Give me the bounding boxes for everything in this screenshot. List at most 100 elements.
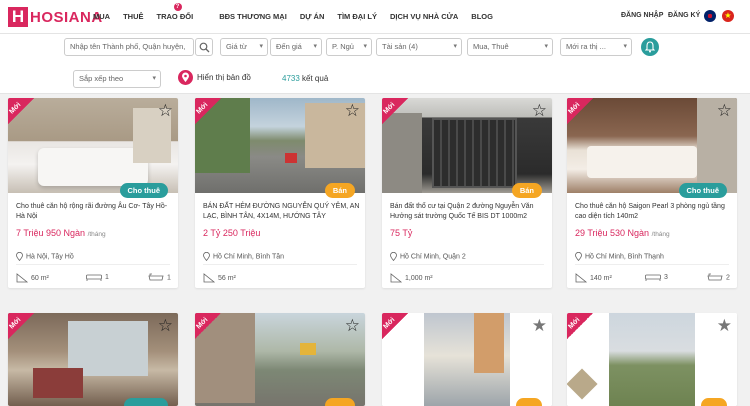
new-ribbon: Mới [8, 313, 34, 339]
favorite-star-icon[interactable]: ☆ [158, 102, 173, 119]
map-pin-icon [182, 72, 189, 82]
nav-item-mua[interactable]: MUA [93, 12, 110, 21]
listing-bathrooms: 1 [148, 273, 171, 282]
listing-type-tag [325, 398, 355, 406]
price-from-select[interactable]: Giá từ ▾ [220, 38, 268, 56]
chevron-down-icon: ▾ [544, 43, 548, 50]
price-value: 2 Tỷ 250 Triệu [203, 228, 261, 238]
listing-area: 1,000 m² [390, 273, 433, 283]
listing-card[interactable]: Mới ☆ [8, 313, 178, 406]
listing-area: 60 m² [16, 273, 49, 283]
favorite-star-icon[interactable]: ☆ [717, 102, 732, 119]
location-pin-icon [203, 252, 210, 261]
map-toggle-button[interactable] [178, 70, 193, 85]
listing-bedrooms: 1 [86, 273, 109, 281]
listing-card[interactable]: Mới ★ [567, 313, 737, 406]
favorite-star-icon[interactable]: ☆ [345, 102, 360, 119]
area-value: 60 m² [31, 274, 49, 282]
location-text: Hồ Chí Minh, Bình Thạnh [585, 253, 664, 261]
new-ribbon: Mới [567, 98, 593, 124]
sort-select[interactable]: Sắp xếp theo ▾ [73, 70, 161, 88]
listing-title[interactable]: Bán đất thổ cư tại Quận 2 đường Nguyễn V… [390, 202, 548, 222]
listing-type-tag [516, 398, 542, 406]
price-to-label: Đến giá [276, 42, 302, 51]
nav-item-dich-vu-nha-cua[interactable]: DỊCH VỤ NHÀ CỬA [390, 12, 458, 21]
bathtub-icon [707, 273, 723, 281]
listing-type-tag: Cho thuê [119, 183, 168, 198]
price-unit: /tháng [651, 231, 670, 238]
login-link[interactable]: ĐĂNG NHẬP [621, 12, 663, 19]
ruler-icon [575, 273, 587, 283]
favorite-star-icon[interactable]: ★ [717, 317, 732, 334]
bedrooms-label: P. Ngủ [332, 42, 354, 51]
card-divider [203, 264, 357, 265]
listing-location: Hồ Chí Minh, Quận 2 [390, 252, 466, 261]
search-button[interactable] [195, 38, 213, 56]
listing-title[interactable]: Cho thuê căn hộ Saigon Pearl 3 phòng ngủ… [575, 202, 733, 222]
location-text: Hồ Chí Minh, Quận 2 [400, 253, 466, 261]
listing-card[interactable]: Mới ☆ Bán BÁN ĐẤT HẺM ĐƯỜNG NGUYỄN QUÝ Y… [195, 98, 365, 288]
price-from-label: Giá từ [226, 42, 247, 51]
location-pin-icon [16, 252, 23, 261]
nav-item-blog[interactable]: BLOG [471, 12, 493, 21]
listing-type-tag [701, 398, 727, 406]
favorite-star-icon[interactable]: ☆ [532, 102, 547, 119]
price-to-select[interactable]: Đến giá ▾ [270, 38, 322, 56]
listing-title[interactable]: Cho thuê căn hộ rộng rãi đường Âu Cơ- Tâ… [16, 202, 174, 222]
favorite-star-icon[interactable]: ☆ [158, 317, 173, 334]
property-type-select[interactable]: Tài sản (4) ▾ [376, 38, 462, 56]
vietnamese-flag-icon[interactable]: ★ [722, 10, 734, 22]
map-toggle-label[interactable]: Hiển thị bản đồ [197, 73, 251, 82]
listed-date-select[interactable]: Mới ra thị ... ▾ [560, 38, 632, 56]
listing-title[interactable]: BÁN ĐẤT HẺM ĐƯỜNG NGUYỄN QUÝ YÊM, AN LẠC… [203, 202, 361, 222]
area-value: 140 m² [590, 274, 612, 282]
price-unit: /tháng [87, 231, 106, 238]
register-link[interactable]: ĐĂNG KÝ [668, 12, 700, 19]
ruler-icon [390, 273, 402, 283]
listing-area: 140 m² [575, 273, 612, 283]
listing-card[interactable]: Mới ☆ [195, 313, 365, 406]
card-divider [16, 264, 170, 265]
logo-wordmark: HOSIANA [30, 8, 103, 26]
logo-mark: H [8, 7, 28, 27]
listing-location: Hồ Chí Minh, Bình Tân [203, 252, 284, 261]
new-ribbon: Mới [195, 98, 221, 124]
listing-price: 2 Tỷ 250 Triệu [203, 228, 260, 238]
bathroom-count: 2 [726, 274, 730, 282]
favorite-star-icon[interactable]: ☆ [345, 317, 360, 334]
listing-price: 75 Tỷ [390, 228, 412, 238]
search-input[interactable]: Nhập tên Thành phố, Quận huyện, [64, 38, 194, 56]
listing-card[interactable]: Mới ☆ Cho thuê Cho thuê căn hộ Saigon Pe… [567, 98, 737, 288]
nav-item-trao-doi[interactable]: TRAO ĐỔI? [157, 3, 207, 21]
favorite-star-icon[interactable]: ★ [532, 317, 547, 334]
new-ribbon: Mới [195, 313, 221, 339]
english-flag-icon[interactable] [704, 10, 716, 22]
top-navbar: H HOSIANA MUA THUÊ TRAO ĐỔI? BĐS THƯƠNG … [0, 0, 750, 34]
listing-card[interactable]: Mới ★ [382, 313, 552, 406]
listing-card[interactable]: Mới ☆ Cho thuê Cho thuê căn hộ rộng rãi … [8, 98, 178, 288]
area-value: 1,000 m² [405, 274, 433, 282]
price-value: 29 Triệu 530 Ngàn [575, 228, 650, 238]
nav-item-du-an[interactable]: DỰ ÁN [300, 12, 325, 21]
listing-area: 56 m² [203, 273, 236, 283]
nav-item-bds-thuong-mai[interactable]: BĐS THƯƠNG MẠI [219, 12, 287, 21]
listing-price: 29 Triệu 530 Ngàn /tháng [575, 228, 670, 238]
main-nav: MUA THUÊ TRAO ĐỔI? BĐS THƯƠNG MẠI DỰ ÁN … [93, 3, 506, 21]
bedroom-count: 1 [105, 273, 109, 281]
nav-item-thue[interactable]: THUÊ [123, 12, 143, 21]
listing-type-tag [124, 398, 168, 406]
bedrooms-select[interactable]: P. Ngủ ▾ [326, 38, 372, 56]
bed-icon [86, 274, 102, 281]
transaction-mode-select[interactable]: Mua, Thuê ▾ [467, 38, 553, 56]
new-ribbon-label: Mới [567, 101, 582, 116]
listing-card[interactable]: Mới ☆ Bán Bán đất thổ cư tại Quận 2 đườn… [382, 98, 552, 288]
nav-item-tim-dai-ly[interactable]: TÌM ĐẠI LÝ [337, 12, 377, 21]
transaction-mode-label: Mua, Thuê [473, 42, 509, 51]
hosiana-logo[interactable]: H HOSIANA [8, 6, 103, 28]
bedroom-count: 3 [664, 273, 668, 281]
listing-location: Hồ Chí Minh, Bình Thạnh [575, 252, 664, 261]
new-ribbon-label: Mới [382, 101, 397, 116]
chevron-down-icon: ▾ [313, 43, 317, 50]
save-search-alert-button[interactable] [641, 38, 659, 56]
new-ribbon-label: Mới [382, 316, 397, 331]
